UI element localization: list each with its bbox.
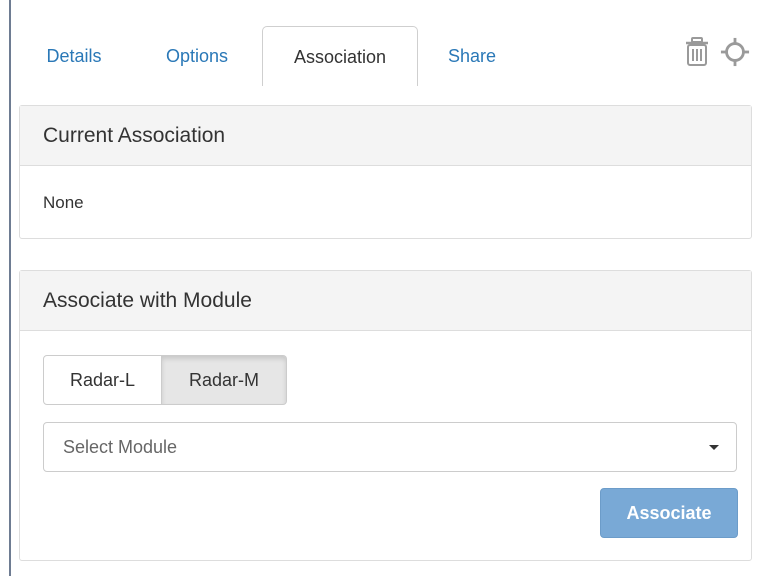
associate-button[interactable]: Associate [600,488,738,538]
radar-m-button[interactable]: Radar-M [162,355,287,405]
tab-bar: Details Options Association Share [19,26,752,86]
current-association-value: None [43,193,84,212]
radar-l-button[interactable]: Radar-L [43,355,162,405]
radar-toggle-group: Radar-L Radar-M [43,355,287,405]
tab-options[interactable]: Options [157,26,237,86]
crosshair-icon[interactable] [720,35,750,69]
tool-icons [682,34,750,70]
current-association-heading: Current Association [20,106,751,166]
tab-share[interactable]: Share [437,26,507,86]
trash-icon[interactable] [682,35,712,69]
module-select-value: Select Module [63,437,178,457]
tab-association[interactable]: Association [262,26,418,86]
left-divider [9,0,11,576]
module-select[interactable]: Select Module [43,422,737,472]
caret-down-icon [709,445,719,450]
associate-module-heading: Associate with Module [20,271,751,331]
tab-details[interactable]: Details [39,26,109,86]
associate-module-card: Associate with Module Radar-L Radar-M Se… [19,270,752,561]
association-panel: Details Options Association Share Curren… [19,0,752,576]
current-association-card: Current Association None [19,105,752,239]
